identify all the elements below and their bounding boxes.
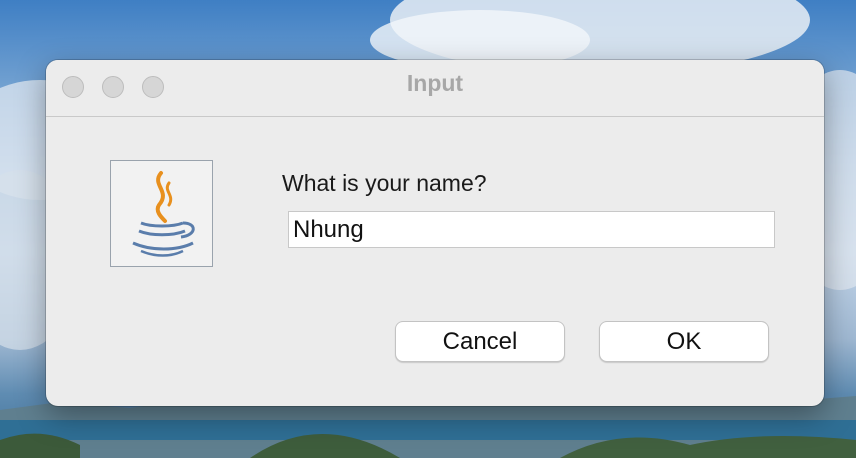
name-input[interactable] (288, 211, 775, 248)
java-coffee-cup-icon (110, 160, 213, 267)
ok-button[interactable]: OK (599, 321, 769, 362)
cancel-button[interactable]: Cancel (395, 321, 565, 362)
prompt-label: What is your name? (282, 170, 487, 196)
dialog-title: Input (406, 70, 464, 96)
title-bar: Input (46, 60, 824, 117)
input-dialog: Input What is your name? Cancel OK (46, 60, 824, 406)
